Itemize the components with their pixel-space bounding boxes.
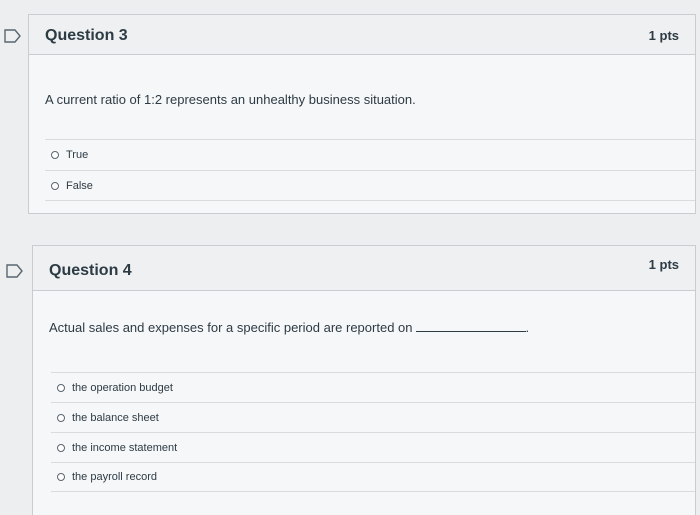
answer-label: True (66, 149, 89, 161)
question-title: Question 4 (49, 262, 132, 279)
question-title: Question 3 (45, 27, 128, 44)
question-text: Actual sales and expenses for a specific… (49, 320, 529, 335)
question-text-content: Actual sales and expenses for a specific… (49, 320, 413, 335)
answer-label: the income statement (72, 441, 178, 454)
flag-question-icon[interactable] (6, 264, 24, 278)
question-header: Question 3 1 pts (29, 15, 695, 55)
radio-button-icon[interactable] (57, 413, 65, 422)
radio-button-icon[interactable] (57, 443, 65, 452)
question-points: 1 pts (648, 28, 679, 43)
fill-in-blank (415, 321, 526, 332)
radio-button-icon[interactable] (51, 181, 59, 190)
answer-option-true[interactable]: True (45, 139, 695, 170)
question-text-content: A current ratio of 1:2 represents an unh… (45, 92, 416, 107)
question-card-3: Question 3 1 pts A current ratio of 1:2 … (28, 14, 696, 214)
answer-option-balance-sheet[interactable]: the balance sheet (51, 402, 695, 432)
answer-label: the balance sheet (72, 411, 159, 424)
answer-option-false[interactable]: False (45, 170, 695, 201)
answer-list: the operation budget the balance sheet t… (51, 372, 695, 492)
answer-option-payroll-record[interactable]: the payroll record (51, 462, 695, 492)
flag-question-icon[interactable] (4, 29, 22, 43)
answer-list: True False (45, 139, 695, 201)
question-card-4: Question 4 1 pts Actual sales and expens… (32, 245, 696, 515)
radio-button-icon[interactable] (57, 473, 65, 481)
question-points: 1 pts (648, 257, 679, 272)
answer-label: the payroll record (72, 471, 157, 483)
question-text: A current ratio of 1:2 represents an unh… (45, 92, 416, 107)
question-header: Question 4 1 pts (33, 246, 695, 291)
answer-option-operation-budget[interactable]: the operation budget (51, 372, 695, 402)
blank-suffix: . (525, 320, 530, 335)
radio-button-icon[interactable] (51, 151, 59, 159)
answer-label: False (66, 179, 93, 192)
answer-label: the operation budget (72, 381, 173, 394)
answer-option-income-statement[interactable]: the income statement (51, 432, 695, 462)
radio-button-icon[interactable] (57, 383, 65, 392)
